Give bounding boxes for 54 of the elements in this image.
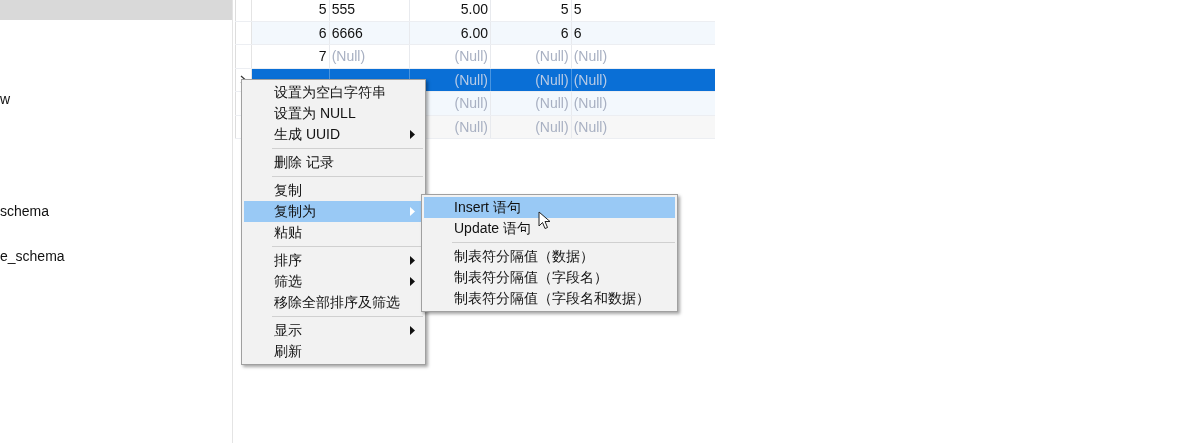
table-row[interactable]: 6 6666 6.00 6 6 xyxy=(235,21,715,45)
table-row[interactable]: 5 555 5.00 5 5 xyxy=(235,0,715,22)
menu-item[interactable]: 刷新 xyxy=(244,341,423,362)
menu-item[interactable]: 排序 xyxy=(244,250,423,271)
tree-item[interactable]: schema xyxy=(0,200,232,222)
submenu-arrow-icon xyxy=(410,256,415,265)
menu-item[interactable]: 移除全部排序及筛选 xyxy=(244,292,423,313)
table-cell: 5 xyxy=(318,1,327,18)
submenu-arrow-icon xyxy=(410,277,415,286)
null-cell: (Null) xyxy=(535,118,569,135)
menu-item[interactable]: 筛选 xyxy=(244,271,423,292)
table-cell: 5.00 xyxy=(460,1,488,18)
menu-item[interactable]: 复制 xyxy=(244,180,423,201)
table-cell: 7 xyxy=(318,48,327,65)
table-cell: 6 xyxy=(318,24,327,41)
table-cell: 555 xyxy=(331,1,355,18)
row-header-cell[interactable] xyxy=(235,45,252,68)
null-cell: (Null) xyxy=(573,118,608,135)
table-cell: 6 xyxy=(560,24,569,41)
table-cell: 5 xyxy=(573,1,582,18)
tree-item[interactable]: w xyxy=(0,88,232,110)
table-cell: 5 xyxy=(560,1,569,18)
mouse-pointer-icon xyxy=(538,211,552,231)
menu-item[interactable]: Insert 语句 xyxy=(424,197,675,218)
menu-item[interactable]: 制表符分隔值（字段名和数据） xyxy=(424,288,675,309)
table-cell: 6.00 xyxy=(460,24,488,41)
menu-item[interactable]: 复制为 xyxy=(244,201,423,222)
menu-item[interactable]: 显示 xyxy=(244,320,423,341)
null-cell: (Null) xyxy=(535,95,569,112)
menu-item[interactable]: 删除 记录 xyxy=(244,152,423,173)
menu-item[interactable]: Update 语句 xyxy=(424,218,675,239)
null-cell: (Null) xyxy=(454,48,488,65)
table-cell: 6666 xyxy=(331,24,363,41)
row-header-cell[interactable] xyxy=(235,0,252,21)
null-cell: (Null) xyxy=(573,95,608,112)
table-cell: 6 xyxy=(573,24,582,41)
submenu-arrow-icon xyxy=(410,207,415,216)
menu-item[interactable]: 制表符分隔值（字段名） xyxy=(424,267,675,288)
null-cell: (Null) xyxy=(454,71,488,88)
table-row[interactable]: 7 (Null) (Null) (Null) (Null) xyxy=(235,45,715,69)
null-cell: (Null) xyxy=(573,48,608,65)
menu-item[interactable]: 粘贴 xyxy=(244,222,423,243)
submenu-arrow-icon xyxy=(410,130,415,139)
null-cell: (Null) xyxy=(535,71,569,88)
tree-item[interactable]: e_schema xyxy=(0,245,232,267)
null-cell: (Null) xyxy=(454,95,488,112)
menu-item[interactable]: 制表符分隔值（数据） xyxy=(424,246,675,267)
null-cell: (Null) xyxy=(573,71,608,88)
row-header-cell[interactable] xyxy=(235,21,252,44)
null-cell: (Null) xyxy=(331,48,366,65)
submenu-arrow-icon xyxy=(410,326,415,335)
tree-item[interactable] xyxy=(0,0,232,20)
null-cell: (Null) xyxy=(454,118,488,135)
null-cell: (Null) xyxy=(535,48,569,65)
